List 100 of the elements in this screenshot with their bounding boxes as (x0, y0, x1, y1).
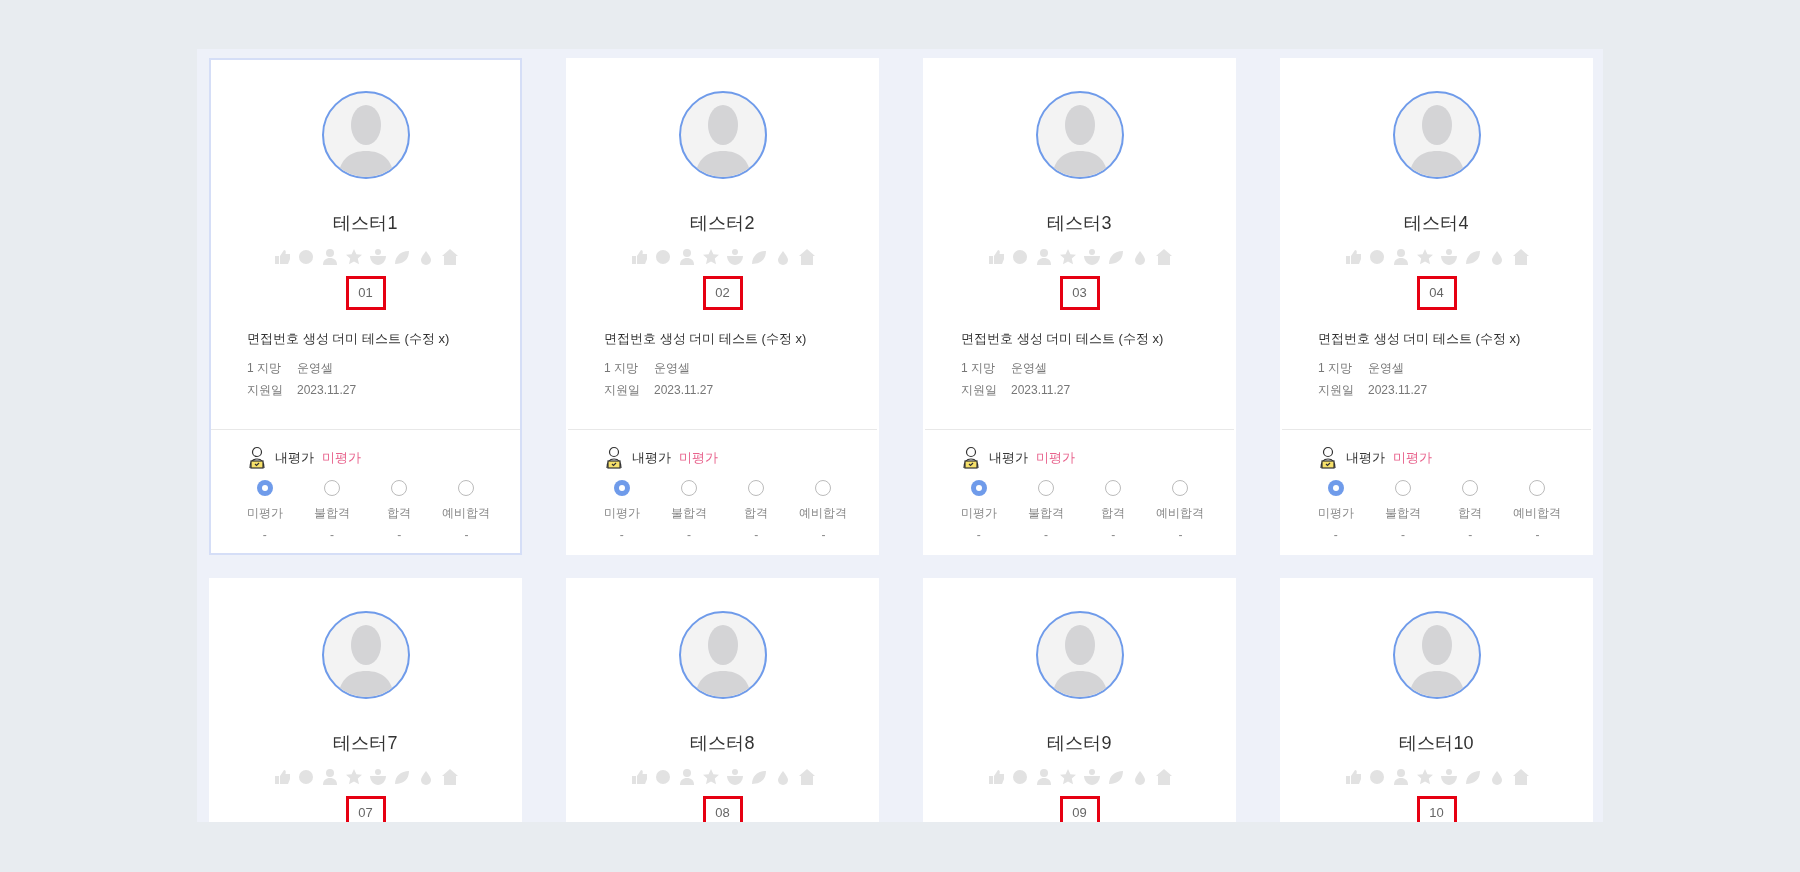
radio-button[interactable] (970, 479, 987, 496)
star-icon (344, 248, 363, 266)
evaluation-label: 내평가 (989, 448, 1028, 467)
radio-button[interactable] (391, 479, 408, 496)
option-count: - (1178, 526, 1183, 544)
house-icon (1511, 768, 1530, 786)
option-count: - (619, 526, 624, 544)
leaf-icon (1106, 248, 1125, 266)
house-icon (1154, 248, 1173, 266)
radio-button[interactable] (748, 479, 765, 496)
evaluation-status: 미평가 (1393, 448, 1432, 467)
star-icon (1415, 768, 1434, 786)
evaluator-icon (1318, 445, 1338, 470)
star-icon (701, 248, 720, 266)
radio-button[interactable] (1529, 479, 1546, 496)
option-count: - (397, 526, 402, 544)
info-label: 1 지망 (961, 359, 996, 377)
radio-button[interactable] (1327, 479, 1344, 496)
leaf-icon (392, 248, 411, 266)
option-count: - (262, 526, 267, 544)
applicant-card[interactable]: 테스터2 02 면접번호 생성 더미 테스트 (수정 x) 1 지망 운영셀 지원일 2023.11.27 내평가 미평가 미평가 - 불합격 - 합격 - 예비합격 - (566, 58, 879, 555)
option-count: - (1400, 526, 1405, 544)
info-label: 1 지망 (1318, 359, 1353, 377)
option-label: 예비합격 (799, 504, 848, 522)
applicant-card[interactable]: 테스터4 04 면접번호 생성 더미 테스트 (수정 x) 1 지망 운영셀 지원일 2023.11.27 내평가 미평가 미평가 - 불합격 - 합격 - 예비합격 - (1280, 58, 1593, 555)
option-count: - (1535, 526, 1540, 544)
applicant-card[interactable]: 테스터3 03 면접번호 생성 더미 테스트 (수정 x) 1 지망 운영셀 지원일 2023.11.27 내평가 미평가 미평가 - 불합격 - 합격 - 예비합격 - (923, 58, 1236, 555)
option-count: - (1468, 526, 1473, 544)
applicant-name: 테스터3 (1047, 212, 1112, 235)
option-label: 불합격 (313, 504, 350, 522)
evaluator-icon (604, 445, 624, 470)
radio-button[interactable] (1172, 479, 1189, 496)
circle-icon (296, 768, 315, 786)
radio-button[interactable] (1394, 479, 1411, 496)
house-icon (1511, 248, 1530, 266)
radio-button[interactable] (1105, 479, 1122, 496)
leaf-icon (1463, 768, 1482, 786)
radio-button[interactable] (256, 479, 273, 496)
thumbs-up-icon (986, 248, 1005, 266)
applicant-card[interactable]: 테스터7 07 (209, 578, 522, 822)
option-label: 불합격 (1384, 504, 1421, 522)
interview-number: 07 (345, 796, 386, 822)
interview-number: 04 (1416, 276, 1457, 310)
evaluation-status: 미평가 (1036, 448, 1075, 467)
info-value: 운영셀 (297, 359, 333, 377)
option-label: 불합격 (670, 504, 707, 522)
option-label: 합격 (387, 504, 412, 522)
house-icon (797, 248, 816, 266)
evaluator-icon (961, 445, 981, 470)
radio-button[interactable] (1037, 479, 1054, 496)
info-value: 운영셀 (1368, 359, 1404, 377)
bowl-icon (725, 248, 744, 266)
option-label: 미평가 (960, 504, 997, 522)
circle-icon (296, 248, 315, 266)
interview-number: 03 (1059, 276, 1100, 310)
option-label: 합격 (744, 504, 769, 522)
radio-button[interactable] (458, 479, 475, 496)
radio-button[interactable] (680, 479, 697, 496)
info-value: 2023.11.27 (654, 381, 714, 399)
house-icon (1154, 768, 1173, 786)
info-value: 2023.11.27 (297, 381, 357, 399)
thumbs-up-icon (629, 768, 648, 786)
applicant-name: 테스터9 (1047, 732, 1112, 755)
applicant-card[interactable]: 테스터1 01 면접번호 생성 더미 테스트 (수정 x) 1 지망 운영셀 지원일 2023.11.27 내평가 미평가 미평가 - 불합격 - 합격 - 예비합격 - (209, 58, 522, 555)
star-icon (1058, 248, 1077, 266)
option-label: 예비합격 (1513, 504, 1562, 522)
card-title: 면접번호 생성 더미 테스트 (수정 x) (604, 330, 808, 348)
applicant-card[interactable]: 테스터9 09 (923, 578, 1236, 822)
evaluation-label: 내평가 (1346, 448, 1385, 467)
applicant-name: 테스터1 (333, 212, 398, 235)
radio-button[interactable] (815, 479, 832, 496)
circle-icon (653, 248, 672, 266)
radio-button[interactable] (613, 479, 630, 496)
evaluation-status: 미평가 (679, 448, 718, 467)
option-count: - (1111, 526, 1116, 544)
applicant-name: 테스터4 (1404, 212, 1469, 235)
option-count: - (329, 526, 334, 544)
option-label: 합격 (1458, 504, 1483, 522)
radio-button[interactable] (323, 479, 340, 496)
thumbs-up-icon (986, 768, 1005, 786)
applicant-card[interactable]: 테스터8 08 (566, 578, 879, 822)
option-label: 미평가 (1317, 504, 1354, 522)
applicant-card[interactable]: 테스터10 10 (1280, 578, 1593, 822)
option-count: - (464, 526, 469, 544)
interview-number: 09 (1059, 796, 1100, 822)
thumbs-up-icon (1343, 248, 1362, 266)
option-count: - (1043, 526, 1048, 544)
bowl-icon (1439, 768, 1458, 786)
radio-button[interactable] (1462, 479, 1479, 496)
info-value: 운영셀 (654, 359, 690, 377)
info-value: 2023.11.27 (1011, 381, 1071, 399)
interview-number: 08 (702, 796, 743, 822)
option-count: - (686, 526, 691, 544)
circle-icon (653, 768, 672, 786)
person-icon (1391, 768, 1410, 786)
star-icon (1058, 768, 1077, 786)
person-icon (320, 768, 339, 786)
person-icon (1034, 248, 1053, 266)
info-value: 운영셀 (1011, 359, 1047, 377)
circle-icon (1367, 248, 1386, 266)
